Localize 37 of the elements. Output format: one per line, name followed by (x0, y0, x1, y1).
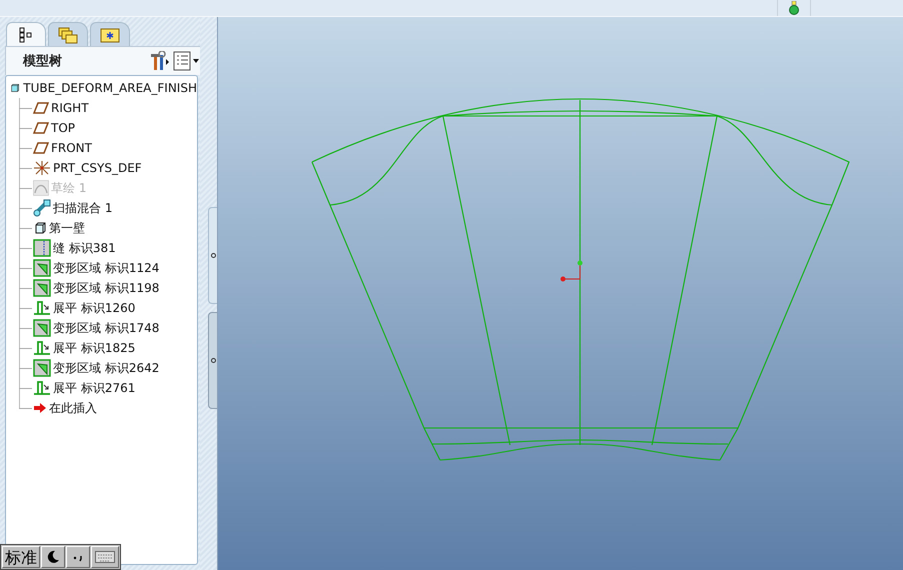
list-icon (173, 51, 201, 71)
cube-icon (33, 221, 47, 235)
flatten-icon (33, 380, 51, 396)
favorites-tab[interactable] (90, 22, 130, 46)
seam-icon (33, 239, 51, 257)
folders-icon (58, 26, 78, 44)
coordinate-system-icon (33, 160, 51, 176)
input-mode-button[interactable]: 标准 (2, 546, 40, 568)
tree-tab[interactable] (6, 22, 46, 46)
parallelogram-icon (33, 102, 49, 114)
flatten-icon (33, 340, 51, 356)
punctuation-icon[interactable] (66, 546, 90, 568)
tools-icon (149, 51, 171, 71)
folders-tab[interactable] (48, 22, 88, 46)
panel-title: 模型树 (23, 53, 62, 70)
sketch-curve-icon (33, 180, 49, 196)
sweep-icon (33, 199, 51, 217)
grip-handle[interactable] (208, 312, 217, 409)
list-dropdown-button[interactable] (173, 51, 201, 71)
settings-dropdown-button[interactable] (149, 51, 171, 71)
arrow-icon (33, 402, 47, 414)
parallelogram-icon (33, 142, 49, 154)
folder-icon (100, 26, 120, 42)
deform-area-icon (33, 279, 51, 297)
tree-icon (19, 26, 33, 42)
deform-area-icon (33, 259, 51, 277)
coordinate-axes-icon (560, 260, 582, 282)
tree-item[interactable]: TUBE_DEFORM_AREA_FINISH (6, 78, 197, 98)
flatten-icon (33, 300, 51, 316)
keyboard-icon[interactable] (91, 546, 119, 568)
cube-icon (11, 81, 20, 95)
moon-icon[interactable] (41, 546, 65, 568)
deform-area-icon (33, 359, 51, 377)
status-indicator-icon[interactable] (788, 1, 800, 15)
grip-handle[interactable] (208, 207, 217, 304)
deform-area-icon (33, 319, 51, 337)
parallelogram-icon (33, 122, 49, 134)
